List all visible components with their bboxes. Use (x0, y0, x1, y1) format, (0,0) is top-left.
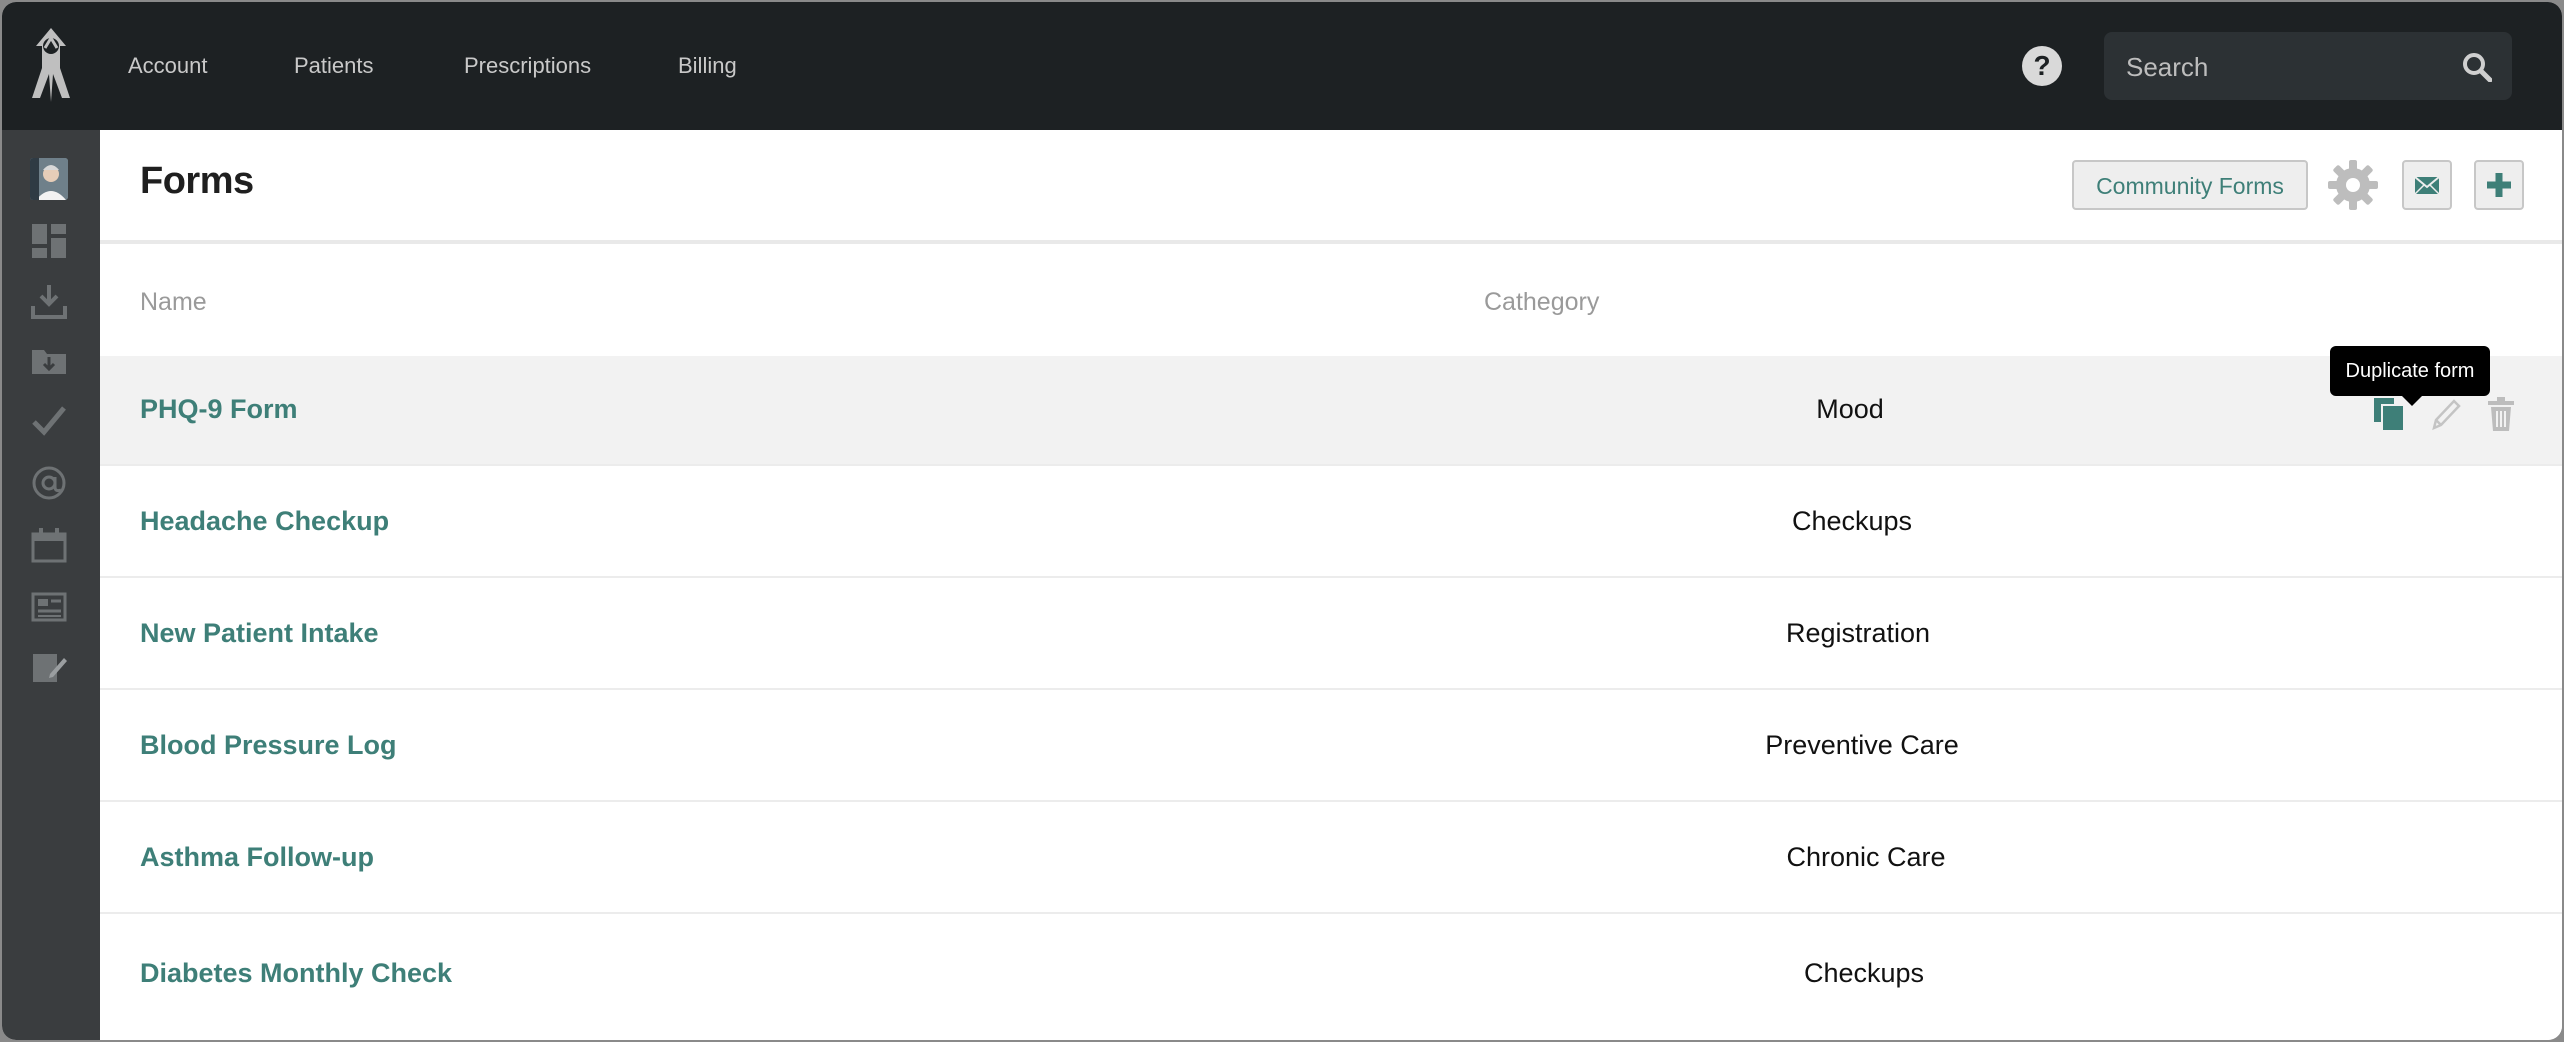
page-header: Forms Community Forms (100, 130, 2562, 244)
email-button[interactable] (2402, 160, 2452, 210)
help-button[interactable]: ? (2022, 46, 2062, 86)
search-box (2104, 32, 2512, 100)
table-row[interactable]: New Patient Intake Registration (100, 580, 2562, 690)
form-category: Checkups (1803, 958, 1925, 988)
column-header-category[interactable]: Cathegory (1484, 288, 1599, 317)
form-name-link[interactable]: PHQ-9 Form (140, 394, 298, 425)
form-name-link[interactable]: Blood Pressure Log (140, 730, 397, 761)
form-category: Checkups (1791, 506, 1913, 536)
search-icon[interactable] (2462, 52, 2492, 82)
dashboard-icon[interactable] (30, 222, 68, 260)
table-row[interactable]: PHQ-9 Form Mood (100, 356, 2562, 466)
community-forms-button[interactable]: Community Forms (2072, 160, 2308, 210)
download-icon[interactable] (30, 282, 68, 320)
form-name-link[interactable]: New Patient Intake (140, 618, 379, 649)
page-title: Forms (140, 160, 254, 202)
checkmark-icon[interactable] (30, 402, 68, 440)
column-header-name[interactable]: Name (140, 288, 207, 317)
form-category: Preventive Care (1765, 730, 1959, 760)
table-row[interactable]: Asthma Follow-up Chronic Care (100, 804, 2562, 914)
form-name-link[interactable]: Headache Checkup (140, 506, 389, 537)
plus-icon (2487, 173, 2511, 197)
form-category: Registration (1785, 618, 1931, 648)
news-icon[interactable] (30, 588, 68, 626)
nav-patients[interactable]: Patients (294, 52, 374, 80)
add-form-button[interactable] (2474, 160, 2524, 210)
app-window: Account Patients Prescriptions Billing ? (2, 2, 2562, 1040)
form-name-link[interactable]: Asthma Follow-up (140, 842, 374, 873)
duplicate-icon[interactable] (2372, 396, 2406, 432)
calendar-icon[interactable] (30, 526, 68, 564)
avatar[interactable] (30, 158, 68, 200)
logo-icon[interactable] (26, 24, 76, 104)
trash-icon[interactable] (2484, 396, 2518, 432)
form-category: Mood (1816, 394, 1884, 424)
nav-prescriptions[interactable]: Prescriptions (464, 52, 591, 80)
table-row[interactable]: Blood Pressure Log Preventive Care (100, 692, 2562, 802)
main-content: Forms Community Forms Name Cathegory PHQ… (100, 130, 2562, 1040)
folder-download-icon[interactable] (30, 342, 68, 380)
table-row[interactable]: Diabetes Monthly Check Checkups (100, 916, 2562, 1040)
envelope-icon (2414, 176, 2440, 195)
gear-icon[interactable] (2326, 158, 2380, 212)
form-name-link[interactable]: Diabetes Monthly Check (140, 958, 452, 989)
at-sign-icon[interactable] (30, 464, 68, 502)
edit-document-icon[interactable] (30, 648, 68, 686)
nav-account[interactable]: Account (128, 52, 208, 80)
row-actions (2372, 396, 2514, 436)
form-category: Chronic Care (1786, 842, 1946, 872)
search-input[interactable] (2124, 46, 2448, 88)
top-navigation-bar: Account Patients Prescriptions Billing ? (2, 2, 2562, 130)
edit-pencil-icon[interactable] (2428, 396, 2462, 432)
table-row[interactable]: Headache Checkup Checkups (100, 468, 2562, 578)
left-sidebar (2, 130, 100, 1040)
nav-billing[interactable]: Billing (678, 52, 737, 80)
duplicate-form-tooltip: Duplicate form (2330, 346, 2490, 406)
